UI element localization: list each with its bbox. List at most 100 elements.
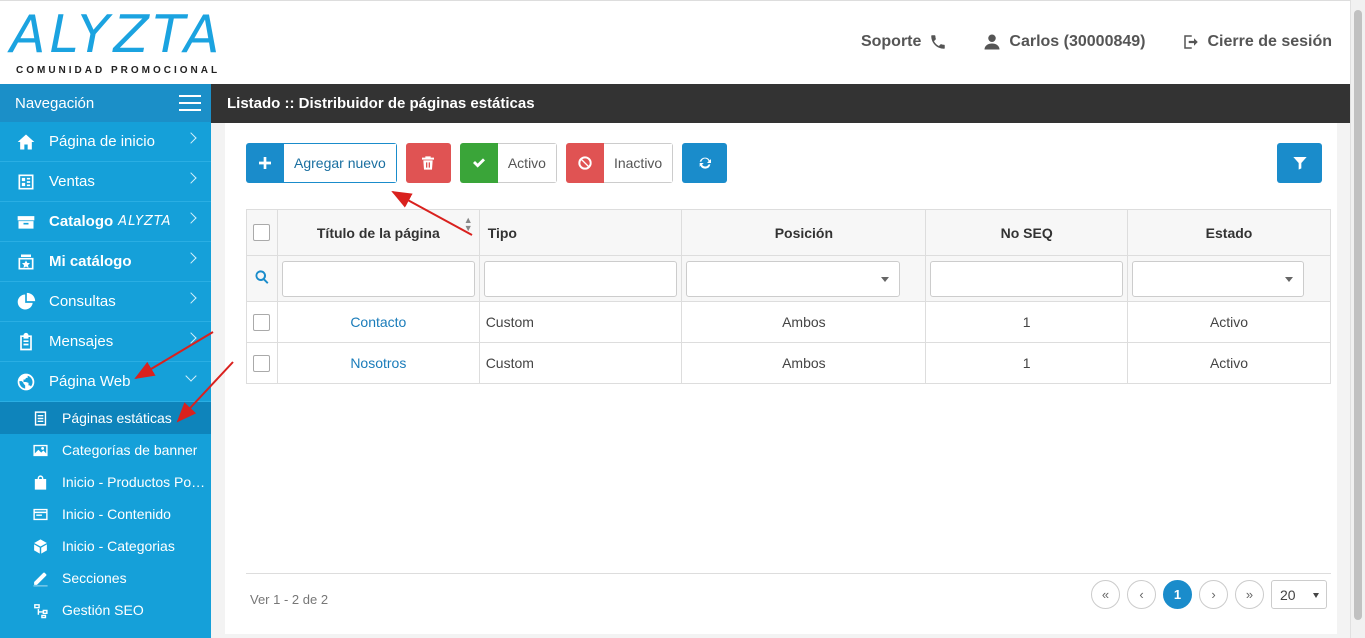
sort-icon[interactable]: ▲ ▼	[464, 216, 473, 233]
chevron-right-icon	[185, 132, 197, 144]
sidebar-item-mi-catalogo[interactable]: Mi catálogo	[0, 242, 211, 282]
filter-posicion-select[interactable]	[686, 260, 901, 297]
catalog-icon	[16, 212, 36, 232]
sidebar-subitem-seo[interactable]: Gestión SEO	[0, 594, 211, 626]
chevron-right-icon	[185, 332, 197, 344]
filter-button[interactable]	[1277, 143, 1322, 183]
table-row[interactable]: Nosotros Custom Ambos 1 Activo	[246, 342, 1331, 384]
cell-seq: 1	[925, 301, 1128, 343]
user-icon	[984, 34, 1000, 50]
toolbar: Agregar nuevo Activo Inactivo	[246, 143, 728, 183]
last-page-button[interactable]: »	[1235, 580, 1264, 609]
user-link[interactable]: Carlos (30000849)	[983, 33, 1146, 51]
chevron-right-icon	[185, 212, 197, 224]
sidebar-subitem-secciones[interactable]: Secciones	[0, 562, 211, 594]
table-footer: Ver 1 - 2 de 2 « ‹ 1 › » 20	[246, 573, 1331, 623]
star-box-icon	[16, 252, 36, 272]
sidebar-subitem-label: Categorías de banner	[62, 442, 198, 458]
column-header-estado[interactable]: Estado	[1127, 209, 1331, 256]
activate-button[interactable]: Activo	[459, 143, 557, 183]
sidebar-item-catalogo[interactable]: Catalogo ALYZTA	[0, 202, 211, 242]
ventas-icon	[16, 172, 36, 192]
document-icon	[32, 409, 50, 427]
scrollbar-thumb[interactable]	[1354, 10, 1362, 620]
page-title: Listado :: Distribuidor de páginas estát…	[211, 84, 1350, 123]
user-label: Carlos (30000849)	[1009, 33, 1146, 50]
sidebar-subitem-contenido[interactable]: Inicio - Contenido	[0, 498, 211, 530]
filter-cell-titulo	[276, 255, 480, 302]
sidebar-subitem-productos-populares[interactable]: Inicio - Productos Populares	[0, 466, 211, 498]
sidebar-item-label: Consultas	[49, 293, 116, 310]
sidebar-item-ventas[interactable]: Ventas	[0, 162, 211, 202]
check-icon	[459, 143, 498, 183]
select-all-checkbox[interactable]	[253, 224, 271, 242]
filter-titulo-input[interactable]	[281, 260, 475, 297]
filter-estado-select[interactable]	[1132, 260, 1304, 297]
delete-button[interactable]	[405, 143, 451, 183]
records-info: Ver 1 - 2 de 2	[250, 592, 329, 607]
sidebar-item-label: Mensajes	[49, 333, 114, 350]
filter-row	[246, 255, 1331, 302]
cube-icon	[32, 537, 50, 555]
pencil-icon	[32, 569, 50, 587]
sidebar-item-label: Mi catálogo	[49, 253, 132, 270]
content-icon	[32, 505, 50, 523]
current-page-button[interactable]: 1	[1163, 580, 1192, 609]
column-header-tipo[interactable]: Tipo	[478, 209, 683, 256]
chevron-right-icon	[185, 292, 197, 304]
chevron-right-icon	[185, 172, 197, 184]
support-label: Soporte	[860, 33, 922, 50]
filter-cell-posicion	[681, 255, 927, 302]
globe-icon	[16, 372, 36, 392]
clipboard-icon	[16, 332, 36, 352]
page-title-link[interactable]: Nosotros	[350, 355, 406, 371]
filter-cell-estado	[1127, 255, 1331, 302]
deactivate-label: Inactivo	[603, 143, 674, 183]
logout-icon	[1183, 35, 1198, 49]
deactivate-button[interactable]: Inactivo	[565, 143, 674, 183]
filter-tipo-input[interactable]	[483, 260, 678, 297]
search-cell	[246, 255, 278, 302]
filter-cell-seq	[925, 255, 1128, 302]
cell-tipo: Custom	[478, 301, 683, 343]
chevron-down-icon	[185, 370, 197, 382]
row-checkbox[interactable]	[253, 354, 271, 372]
page-title-link[interactable]: Contacto	[350, 314, 406, 330]
filter-cell-tipo	[478, 255, 683, 302]
sidebar-item-consultas[interactable]: Consultas	[0, 282, 211, 322]
refresh-button[interactable]	[682, 143, 728, 183]
sidebar-item-label: Página Web	[49, 373, 131, 390]
sidebar-subitem-paginas-estaticas[interactable]: Páginas estáticas	[0, 402, 211, 434]
next-page-button[interactable]: ›	[1199, 580, 1228, 609]
top-header: ALYZTA COMUNIDAD PROMOCIONAL Soporte Car…	[0, 0, 1350, 84]
first-page-button[interactable]: «	[1091, 580, 1120, 609]
sidebar-subitem-label: Gestión SEO	[62, 602, 144, 618]
sidebar-subitem-label: Secciones	[62, 570, 127, 586]
logo-subtitle: COMUNIDAD PROMOCIONAL	[16, 65, 221, 76]
sidebar-item-pagina-web[interactable]: Página Web	[0, 362, 211, 402]
column-header-seq[interactable]: No SEQ	[925, 209, 1128, 256]
sidebar-item-mensajes[interactable]: Mensajes	[0, 322, 211, 362]
sidebar-subitem-categorias-banner[interactable]: Categorías de banner	[0, 434, 211, 466]
page-scrollbar[interactable]	[1350, 0, 1365, 638]
cell-estado: Activo	[1127, 301, 1331, 343]
refresh-icon	[682, 143, 728, 183]
prev-page-button[interactable]: ‹	[1127, 580, 1156, 609]
logo[interactable]: ALYZTA COMUNIDAD PROMOCIONAL	[10, 7, 235, 79]
row-checkbox[interactable]	[253, 313, 271, 331]
sidebar-item-inicio[interactable]: Página de inicio	[0, 122, 211, 162]
page-size-select[interactable]: 20	[1271, 580, 1327, 609]
filter-seq-input[interactable]	[930, 260, 1123, 297]
logo-text: ALYZTA	[10, 5, 224, 65]
sidebar-subitem-categorias[interactable]: Inicio - Categorias	[0, 530, 211, 562]
column-header-titulo[interactable]: Título de la página ▲ ▼	[276, 209, 480, 256]
support-link[interactable]: Soporte	[861, 33, 947, 51]
logout-label: Cierre de sesión	[1207, 33, 1333, 50]
shopping-bag-icon	[32, 473, 50, 491]
column-header-posicion[interactable]: Posición	[681, 209, 927, 256]
table-row[interactable]: Contacto Custom Ambos 1 Activo	[246, 301, 1331, 343]
logout-link[interactable]: Cierre de sesión	[1182, 33, 1333, 51]
plus-icon	[246, 143, 284, 183]
hamburger-icon[interactable]	[179, 95, 201, 111]
add-new-button[interactable]: Agregar nuevo	[246, 143, 397, 183]
